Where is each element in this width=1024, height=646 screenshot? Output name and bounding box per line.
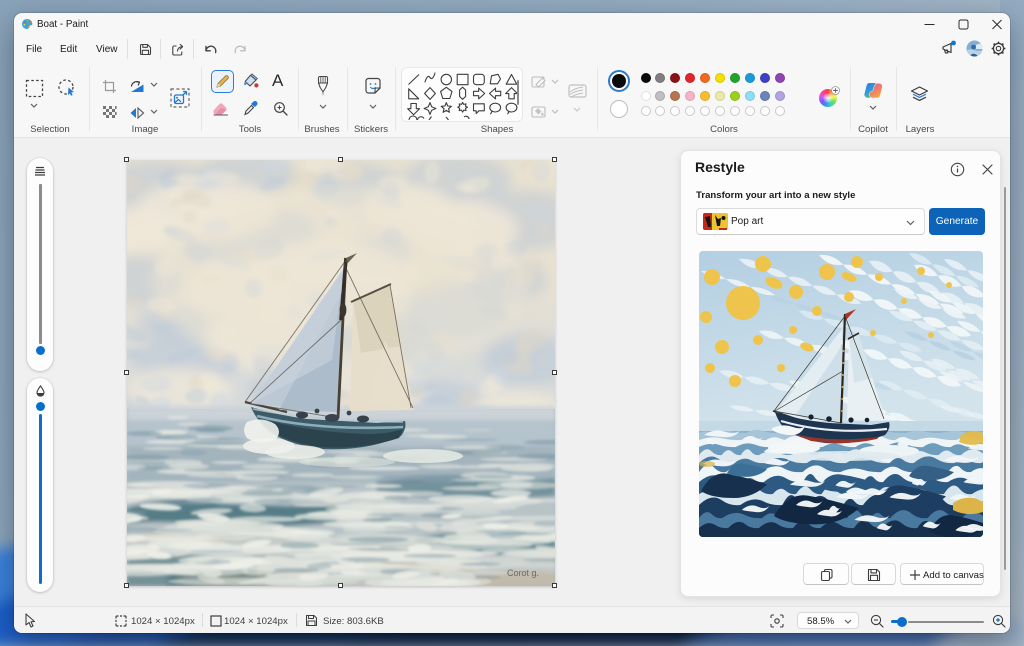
svg-text:Corot g.: Corot g. — [507, 568, 539, 578]
